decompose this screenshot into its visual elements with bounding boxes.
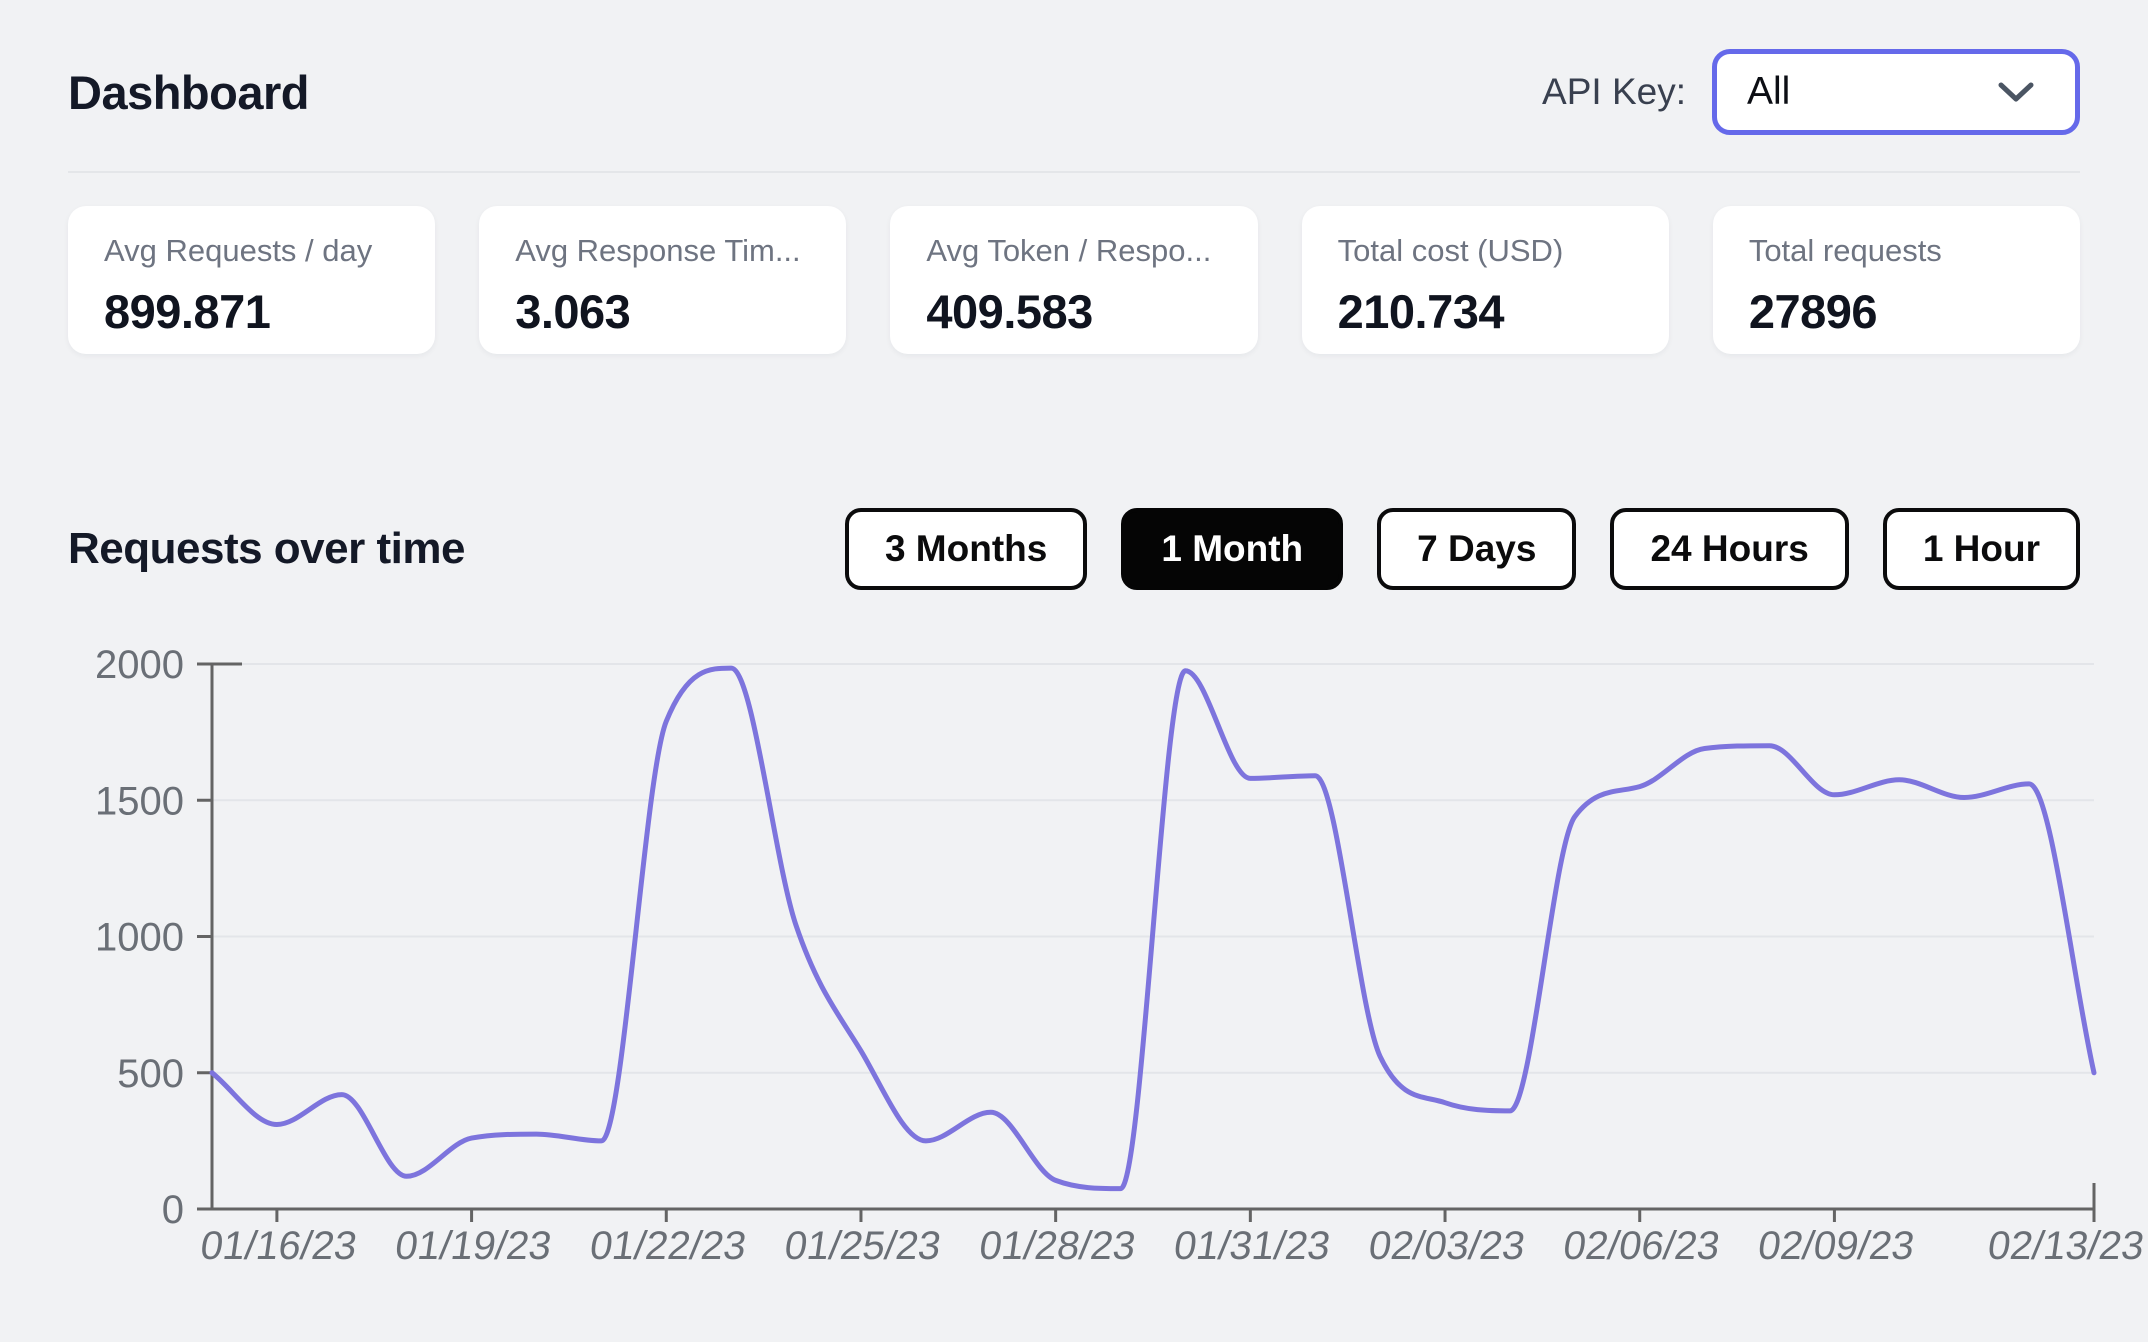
range-button-24-hours[interactable]: 24 Hours — [1610, 508, 1849, 590]
api-key-label: API Key: — [1542, 71, 1686, 112]
stats-cards: Avg Requests / day 899.871 Avg Response … — [68, 206, 2081, 354]
range-button-1-hour[interactable]: 1 Hour — [1882, 508, 2080, 590]
x-axis-tick-label: 01/16/23 — [198, 1223, 360, 1268]
api-key-selected-value: All — [1747, 70, 1791, 113]
dashboard-page: { "header": { "title": "Dashboard", "api… — [0, 0, 2148, 1342]
api-key-group: API Key: All — [1542, 49, 2080, 135]
range-button-1-month[interactable]: 1 Month — [1121, 508, 1344, 590]
chevron-down-icon — [1998, 82, 2034, 102]
stat-label: Avg Requests / day — [104, 233, 373, 268]
time-range-buttons: 3 Months 1 Month 7 Days 24 Hours 1 Hour — [844, 508, 2080, 590]
x-axis-tick-label: 01/28/23 — [977, 1223, 1139, 1268]
x-axis-tick-label: 02/13/23 — [1985, 1223, 2147, 1268]
stat-value: 409.583 — [926, 285, 1093, 338]
stat-card-avg-response-time: Avg Response Tim... 3.063 — [479, 206, 847, 354]
stat-label: Total cost (USD) — [1337, 233, 1564, 268]
header: Dashboard API Key: All — [68, 38, 2080, 146]
range-button-3-months[interactable]: 3 Months — [844, 508, 1088, 590]
stat-value: 899.871 — [104, 285, 271, 338]
y-axis-tick-label: 0 — [162, 1188, 184, 1232]
stat-label: Total requests — [1748, 233, 1942, 268]
range-button-7-days[interactable]: 7 Days — [1377, 508, 1577, 590]
x-axis-tick-label: 01/25/23 — [782, 1223, 944, 1268]
x-axis-tick-label: 02/09/23 — [1755, 1223, 1917, 1268]
stat-value: 3.063 — [515, 285, 631, 338]
chart-section-title: Requests over time — [68, 524, 465, 573]
page-title: Dashboard — [68, 65, 310, 119]
stat-card-avg-requests-per-day: Avg Requests / day 899.871 — [68, 206, 436, 354]
header-divider — [68, 171, 2080, 173]
y-axis-tick-label: 500 — [117, 1052, 184, 1096]
stat-value: 27896 — [1748, 285, 1878, 338]
requests-over-time-chart: 0 500 1000 1500 2000 01/16/23 01/19/23 01/22/23… — [0, 600, 2148, 1342]
requests-line-series — [209, 665, 2097, 1192]
stat-card-avg-token-response: Avg Token / Respo... 409.583 — [890, 206, 1258, 354]
chart-section-header: Requests over time 3 Months 1 Month 7 Da… — [68, 506, 2080, 592]
y-axis-tick-label: 1500 — [95, 779, 184, 823]
stat-card-total-cost: Total cost (USD) 210.734 — [1301, 206, 1669, 354]
chart-svg: 0 500 1000 1500 2000 01/16/23 01/19/23 01/22/23… — [95, 643, 2147, 1268]
stat-label: Avg Token / Respo... — [926, 233, 1212, 268]
y-axis-tick-label: 1000 — [95, 916, 184, 960]
x-axis-tick-label: 02/03/23 — [1366, 1223, 1528, 1268]
stat-value: 210.734 — [1337, 285, 1505, 338]
x-axis-tick-label: 01/19/23 — [392, 1223, 554, 1268]
y-axis-tick-label: 2000 — [95, 643, 184, 687]
api-key-select[interactable]: All — [1712, 49, 2080, 135]
stat-label: Avg Response Tim... — [515, 233, 801, 268]
x-axis-tick-label: 01/31/23 — [1171, 1223, 1333, 1268]
x-axis-tick-label: 02/06/23 — [1561, 1223, 1723, 1268]
x-axis-tick-label: 01/22/23 — [587, 1223, 749, 1268]
stat-card-total-requests: Total requests 27896 — [1712, 206, 2081, 354]
